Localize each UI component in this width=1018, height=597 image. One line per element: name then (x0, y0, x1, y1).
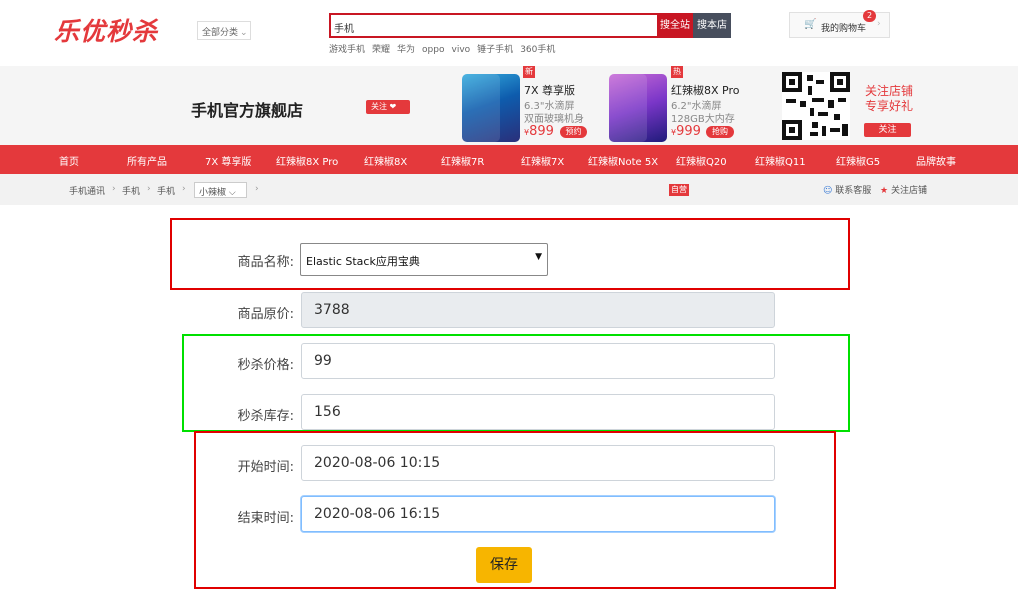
buy-button[interactable]: 抢购 (706, 126, 734, 138)
main-nav: 首页 所有产品 7X 尊享版 红辣椒8X Pro 红辣椒8X 红辣椒7R 红辣椒… (0, 145, 1018, 174)
search-all-button[interactable]: 搜全站 (657, 13, 693, 38)
original-price-field: 3788 (301, 292, 775, 328)
seckill-stock-label: 秒杀库存: (237, 409, 294, 424)
original-price-label: 商品原价: (237, 307, 294, 322)
search-store-button[interactable]: 搜本店 (693, 13, 731, 38)
start-time-label: 开始时间: (237, 460, 294, 475)
product-desc: 128GB大内存 (671, 114, 735, 125)
price-value: 899 (529, 124, 554, 139)
product-name[interactable]: 7X 尊享版 (524, 82, 575, 98)
chevron-right-icon: › (112, 184, 116, 194)
nav-item[interactable]: 所有产品 (127, 153, 167, 168)
nav-item[interactable]: 红辣椒G5 (836, 153, 880, 168)
nav-item[interactable]: 红辣椒Q20 (676, 153, 727, 168)
nav-item[interactable]: 7X 尊享版 (205, 153, 251, 168)
follow-store-button[interactable]: 关注 ❤ (366, 100, 410, 114)
nav-item[interactable]: 红辣椒8X (364, 153, 407, 168)
cart-icon: 🛒 (804, 19, 817, 30)
qr-code-image (782, 72, 850, 140)
store-name: 手机官方旗舰店 (191, 101, 304, 120)
hot-word-link[interactable]: 游戏手机 (329, 45, 365, 55)
dropdown-arrow-icon: ▼ (535, 252, 542, 262)
category-select-label: 全部分类 (202, 28, 239, 38)
hot-word-link[interactable]: vivo (452, 45, 471, 55)
product-name-value: Elastic Stack应用宝典 (306, 255, 420, 268)
hot-word-link[interactable]: oppo (422, 45, 444, 55)
seckill-price-field[interactable]: 99 (301, 343, 775, 379)
price-value: 999 (676, 124, 701, 139)
search-input[interactable]: 手机 (329, 13, 657, 38)
hot-words: 游戏手机 荣耀 华为 oppo vivo 锤子手机 360手机 (329, 42, 562, 55)
new-badge: 新 (523, 66, 535, 78)
nav-item[interactable]: 红辣椒8X Pro (276, 153, 338, 168)
product-name-label: 商品名称: (237, 255, 294, 270)
breadcrumb-item[interactable]: 手机通讯 (69, 184, 105, 197)
site-logo[interactable]: 乐优秒杀 (54, 12, 158, 48)
qr-follow-button[interactable]: 关注 (864, 123, 911, 137)
nav-item[interactable]: 红辣椒Note 5X (588, 153, 658, 168)
product-price: ¥899 (524, 124, 554, 139)
product-image-7x[interactable] (462, 74, 520, 142)
nav-item[interactable]: 红辣椒7R (441, 153, 484, 168)
smile-icon: ☺ (823, 186, 833, 196)
qr-promo-line2: 专享好礼 (865, 99, 914, 113)
chevron-right-icon: › (182, 184, 186, 194)
nav-item[interactable]: 首页 (59, 153, 79, 168)
chevron-right-icon: › (877, 19, 881, 29)
store-banner: 手机官方旗舰店 关注 ❤ 新 7X 尊享版 6.3"水滴屏 双面玻璃机身 ¥89… (0, 66, 1018, 145)
start-time-field[interactable]: 2020-08-06 10:15 (301, 445, 775, 481)
save-button[interactable]: 保存 (476, 547, 532, 583)
star-icon: ★ (880, 186, 889, 196)
contact-service-link[interactable]: ☺ 联系客服 (823, 183, 871, 196)
cart-button[interactable]: 🛒 我的购物车 2 › (789, 10, 890, 38)
category-select[interactable]: 全部分类 ⌄ (197, 21, 251, 40)
reserve-button[interactable]: 预约 (560, 126, 587, 138)
seckill-stock-field[interactable]: 156 (301, 394, 775, 430)
cart-label: 我的购物车 (821, 24, 867, 34)
nav-item[interactable]: 红辣椒Q11 (755, 153, 806, 168)
heart-icon: ❤ (389, 102, 397, 111)
product-desc: 双面玻璃机身 (524, 114, 584, 125)
contact-service-label: 联系客服 (835, 186, 872, 196)
product-name[interactable]: 红辣椒8X Pro (671, 82, 739, 98)
seckill-price-label: 秒杀价格: (237, 358, 294, 373)
nav-item[interactable]: 品牌故事 (916, 153, 956, 168)
end-time-field[interactable]: 2020-08-06 16:15 (301, 496, 775, 532)
follow-label: 关注 (371, 102, 387, 111)
product-price: ¥999 (671, 124, 701, 139)
chevron-down-icon: ⌵ (228, 188, 236, 198)
hot-word-link[interactable]: 锤子手机 (477, 45, 513, 55)
hot-word-link[interactable]: 360手机 (520, 45, 555, 55)
cart-count-badge: 2 (863, 10, 876, 22)
hot-word-link[interactable]: 华为 (397, 45, 415, 55)
breadcrumb: 手机通讯 › 手机 › 手机 › 小辣椒 ⌵ › 自营 ☺ 联系客服 ★ 关注店… (0, 174, 1018, 205)
self-run-badge: 自营 (669, 184, 689, 196)
breadcrumb-item[interactable]: 手机 (122, 184, 140, 197)
top-header: 乐优秒杀 全部分类 ⌄ 手机 搜全站 搜本店 游戏手机 荣耀 华为 oppo vivo 锤子… (0, 0, 1018, 66)
brand-select[interactable]: 小辣椒 ⌵ (194, 182, 247, 198)
breadcrumb-item[interactable]: 手机 (157, 184, 175, 197)
product-image-8x-pro[interactable] (609, 74, 667, 142)
hot-word-link[interactable]: 荣耀 (372, 45, 390, 55)
brand-select-value: 小辣椒 (199, 188, 227, 198)
hot-badge: 热 (671, 66, 683, 78)
follow-store-label: 关注店铺 (890, 186, 927, 196)
chevron-down-icon: ⌄ (240, 28, 248, 38)
product-name-select[interactable]: Elastic Stack应用宝典 ▼ (300, 243, 548, 276)
end-time-label: 结束时间: (237, 511, 294, 526)
chevron-right-icon: › (147, 184, 151, 194)
chevron-right-icon: › (255, 184, 259, 194)
nav-item[interactable]: 红辣椒7X (521, 153, 564, 168)
follow-store-link[interactable]: ★ 关注店铺 (880, 183, 927, 196)
